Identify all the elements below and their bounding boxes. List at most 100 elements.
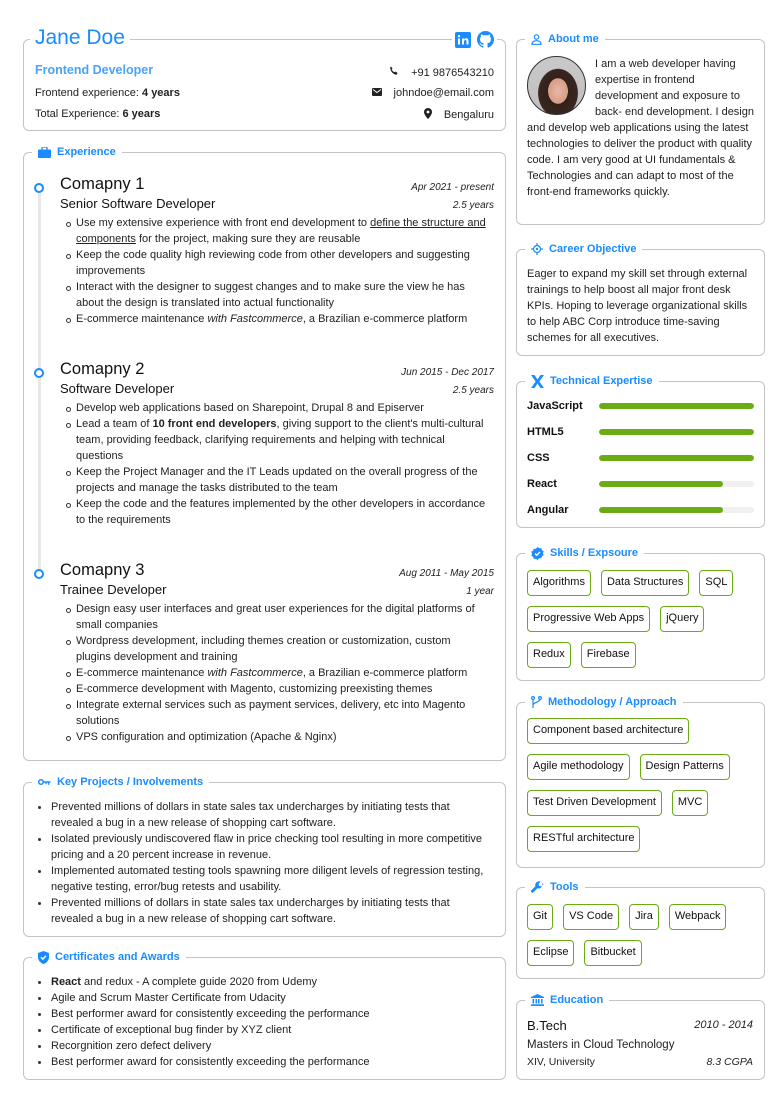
job-period: Aug 2011 - May 2015 [399, 568, 494, 579]
methodology-chip: MVC [671, 790, 709, 816]
job-period: Apr 2021 - present [411, 182, 494, 193]
certificates-title: Certificates and Awards [55, 951, 180, 963]
project-item: Implemented automated testing tools spaw… [38, 863, 491, 895]
key-projects-heading: Key Projects / Involvements [32, 774, 210, 790]
skill-progress-fill [599, 429, 754, 435]
skill-progress-track [599, 429, 754, 435]
responsibility-item: E-commerce maintenance with Fastcommerce… [66, 311, 487, 327]
skill-progress-track [599, 403, 754, 409]
skill-chip: Algorithms [527, 570, 591, 596]
skill-chip: Redux [527, 642, 571, 668]
responsibility-item: Integrate external services such as paym… [66, 697, 487, 729]
tools-title: Tools [550, 881, 579, 893]
total-experience: Total Experience: 6 years [35, 108, 160, 120]
experience-title: Experience [57, 146, 116, 158]
responsibility-item: Interact with the designer to suggest ch… [66, 279, 487, 311]
linkedin-icon[interactable] [455, 31, 471, 51]
job-duration: 2.5 years [452, 200, 494, 211]
job-duration: 1 year [466, 586, 494, 597]
candidate-name: Jane Doe [30, 24, 130, 52]
methodology-title: Methodology / Approach [548, 696, 677, 708]
tools-section: Tools Git VS Code Jira Webpack Eclipse Bitbuc… [516, 879, 765, 979]
total-experience-value: 6 years [122, 108, 161, 120]
tool-chip: VS Code [563, 904, 620, 930]
about-heading: About me [525, 31, 605, 47]
certificate-item: Agile and Scrum Master Certificate from … [38, 990, 491, 1006]
job-title: Trainee Developer [60, 582, 167, 597]
key-projects-section: Key Projects / Involvements Prevented mi… [23, 774, 506, 937]
job-responsibilities: Develop web applications based on Sharep… [66, 400, 487, 528]
key-projects-title: Key Projects / Involvements [57, 776, 204, 788]
skill-name: Angular [527, 504, 569, 516]
tool-chip: Jira [629, 904, 659, 930]
degree: B.Tech [527, 1018, 567, 1033]
responsibility-item: Design easy user interfaces and great us… [66, 601, 487, 633]
responsibility-item: Develop web applications based on Sharep… [66, 400, 487, 416]
location-contact: Bengaluru [423, 108, 494, 122]
skill-name: React [527, 478, 557, 490]
skill-bar-row: JavaScript [527, 398, 754, 414]
education-title: Education [550, 994, 604, 1006]
location-pin-icon [423, 108, 432, 122]
skill-bar-row: Angular [527, 502, 754, 518]
email-icon [371, 87, 382, 99]
gpa: 8.3 CGPA [706, 1056, 754, 1068]
skill-progress-track [599, 507, 754, 513]
timeline-line [38, 189, 41, 574]
company-name: Comapny 3 [60, 561, 145, 579]
expertise-x-icon [531, 374, 544, 388]
skill-name: HTML5 [527, 426, 564, 438]
shield-check-icon [38, 950, 49, 964]
user-icon [531, 33, 542, 45]
responsibility-item: Use my extensive experience with front e… [66, 217, 486, 245]
phone-contact: +91 9876543210 [389, 66, 494, 79]
career-objective-section: Career Objective Eager to expand my skil… [516, 241, 765, 356]
methodology-chip: Design Patterns [639, 754, 730, 780]
university: XIV, University [527, 1056, 595, 1068]
skill-progress-track [599, 455, 754, 461]
git-branch-icon [531, 696, 542, 708]
job-period: Jun 2015 - Dec 2017 [401, 367, 494, 378]
responsibility-item: Keep the Project Manager and the IT Lead… [66, 464, 487, 496]
skill-bar-row: CSS [527, 450, 754, 466]
phone-number[interactable]: +91 9876543210 [411, 67, 494, 79]
timeline-dot [34, 368, 44, 378]
skill-chip: Progressive Web Apps [527, 606, 651, 632]
verified-badge-icon [531, 546, 544, 560]
skill-progress-fill [599, 481, 723, 487]
methodology-chip: RESTful architecture [527, 826, 641, 852]
skill-chip-list: Algorithms Data Structures SQL Progressive … [527, 570, 756, 668]
certificate-item: Certificate of exceptional bug finder by… [38, 1022, 491, 1038]
tool-chip: Webpack [668, 904, 727, 930]
certificates-section: Certificates and Awards React and redux … [23, 949, 506, 1080]
skill-chip: SQL [699, 570, 734, 596]
target-icon [531, 243, 543, 255]
methodology-heading: Methodology / Approach [525, 694, 683, 710]
job-responsibilities: Use my extensive experience with front e… [66, 215, 487, 327]
social-links [452, 31, 497, 51]
email-address[interactable]: johndoe@email.com [394, 87, 494, 99]
about-text-block: I am a web developer having expertise in… [527, 56, 754, 200]
responsibility-item: E-commerce development with Magento, cus… [66, 681, 487, 697]
phone-icon [389, 66, 399, 79]
career-objective-text: Eager to expand my skill set through ext… [527, 268, 748, 344]
methodology-chip-list: Component based architecture Agile method… [527, 718, 756, 852]
total-experience-label: Total Experience: [35, 108, 123, 120]
specialization: Masters in Cloud Technology [527, 1039, 675, 1051]
skills-section: Skills / Expsoure Algorithms Data Structu… [516, 545, 765, 681]
methodology-chip: Test Driven Development [527, 790, 662, 816]
github-icon[interactable] [477, 31, 495, 51]
location-text: Bengaluru [443, 109, 494, 121]
projects-list: Prevented millions of dollars in state s… [38, 799, 491, 927]
skill-chip: jQuery [660, 606, 705, 632]
responsibility-item: Keep the code quality high reviewing cod… [66, 247, 487, 279]
skill-progress-fill [599, 507, 723, 513]
tool-chip: Eclipse [527, 940, 575, 966]
certificate-item: Recorgnition zero defect delivery [38, 1038, 491, 1054]
education-heading: Education [525, 992, 610, 1008]
company-name: Comapny 1 [60, 175, 145, 193]
project-item: Prevented millions of dollars in state s… [38, 799, 491, 831]
certificate-item: React and redux - A complete guide 2020 … [38, 974, 491, 990]
career-objective-title: Career Objective [549, 243, 637, 255]
wrench-icon [531, 880, 544, 894]
